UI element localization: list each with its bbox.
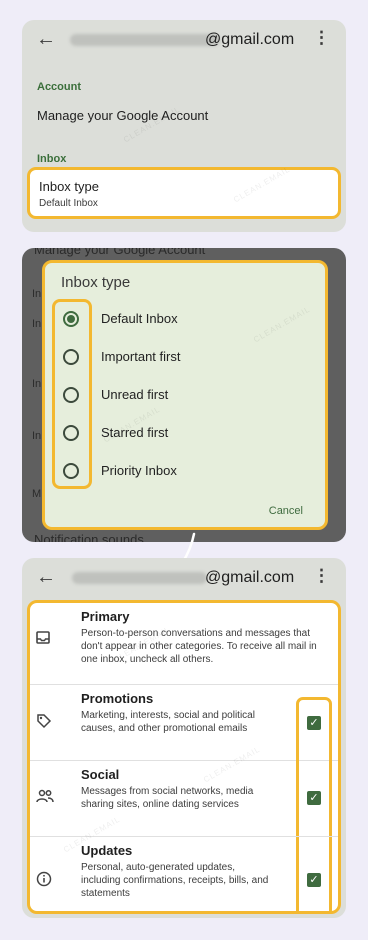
inbox-type-title: Inbox type	[39, 179, 99, 194]
settings-panel: ← @gmail.com ⋮ Account Manage your Googl…	[22, 20, 346, 232]
option-important-first[interactable]: Important first	[45, 338, 325, 376]
option-label: Unread first	[101, 387, 169, 402]
category-title: Primary	[81, 609, 130, 624]
account-email: @gmail.com	[205, 31, 295, 48]
background-manage-account: Manage your Google Account	[34, 248, 206, 257]
inbox-type-setting[interactable]: Inbox type Default Inbox	[27, 167, 341, 219]
background-fragment: In	[32, 318, 42, 330]
updates-checkbox-icon[interactable]: ✓	[307, 873, 321, 887]
more-options-icon[interactable]: ⋮	[313, 29, 330, 46]
radio-icon[interactable]	[63, 425, 79, 441]
option-starred-first[interactable]: Starred first	[45, 414, 325, 452]
inbox-type-dialog-panel: Manage your Google Account In In In In M…	[22, 248, 346, 542]
radio-icon[interactable]	[63, 349, 79, 365]
option-priority-inbox[interactable]: Priority Inbox	[45, 452, 325, 490]
more-options-icon[interactable]: ⋮	[313, 567, 330, 584]
tag-icon	[36, 713, 52, 732]
option-label: Priority Inbox	[101, 463, 177, 478]
category-promotions[interactable]: Promotions Marketing, interests, social …	[30, 685, 338, 911]
category-social[interactable]: Social Messages from social networks, me…	[30, 761, 338, 837]
background-fragment: In	[32, 378, 42, 390]
category-description: Personal, auto-generated updates, includ…	[81, 862, 269, 899]
option-unread-first[interactable]: Unread first	[45, 376, 325, 414]
inbox-categories-panel: ← @gmail.com ⋮ Primary Person-to-person …	[22, 558, 346, 918]
category-title: Updates	[81, 843, 133, 858]
people-icon	[36, 789, 54, 806]
top-bar: ← @gmail.com ⋮	[22, 20, 346, 60]
manage-account-item[interactable]: Manage your Google Account	[37, 108, 208, 123]
radio-icon[interactable]	[63, 387, 79, 403]
social-checkbox-icon[interactable]: ✓	[307, 791, 321, 805]
background-notification-sounds: Notification sounds	[34, 532, 144, 542]
promotions-checkbox-icon[interactable]: ✓	[307, 716, 321, 730]
blurred-email-username	[72, 572, 207, 584]
categories-list: Primary Person-to-person conversations a…	[27, 600, 341, 914]
category-title: Promotions	[81, 691, 154, 706]
back-arrow-icon[interactable]: ←	[36, 28, 56, 51]
inbox-icon	[36, 631, 50, 647]
background-fragment: In	[32, 430, 42, 442]
info-icon	[36, 871, 52, 890]
radio-icon[interactable]	[63, 463, 79, 479]
radio-selected-icon[interactable]	[63, 311, 79, 327]
cancel-button[interactable]: Cancel	[269, 505, 303, 517]
back-arrow-icon[interactable]: ←	[36, 566, 56, 589]
inbox-type-value: Default Inbox	[39, 198, 98, 209]
category-title: Social	[81, 767, 120, 782]
blurred-email-username	[70, 34, 220, 46]
dialog-title: Inbox type	[61, 274, 131, 291]
account-email: @gmail.com	[205, 569, 295, 586]
inbox-section-header: Inbox	[37, 153, 67, 165]
option-label: Important first	[101, 349, 181, 364]
category-description: Messages from social networks, media sha…	[81, 786, 254, 810]
account-section-header: Account	[37, 81, 81, 93]
background-fragment: In	[32, 288, 42, 300]
category-primary[interactable]: Primary Person-to-person conversations a…	[30, 603, 338, 685]
background-fragment: M	[32, 488, 42, 500]
inbox-type-dialog: Inbox type Default Inbox Important first…	[42, 260, 328, 530]
top-bar: ← @gmail.com ⋮	[22, 558, 346, 598]
option-label: Default Inbox	[101, 311, 178, 326]
category-description: Marketing, interests, social and politic…	[81, 710, 255, 734]
